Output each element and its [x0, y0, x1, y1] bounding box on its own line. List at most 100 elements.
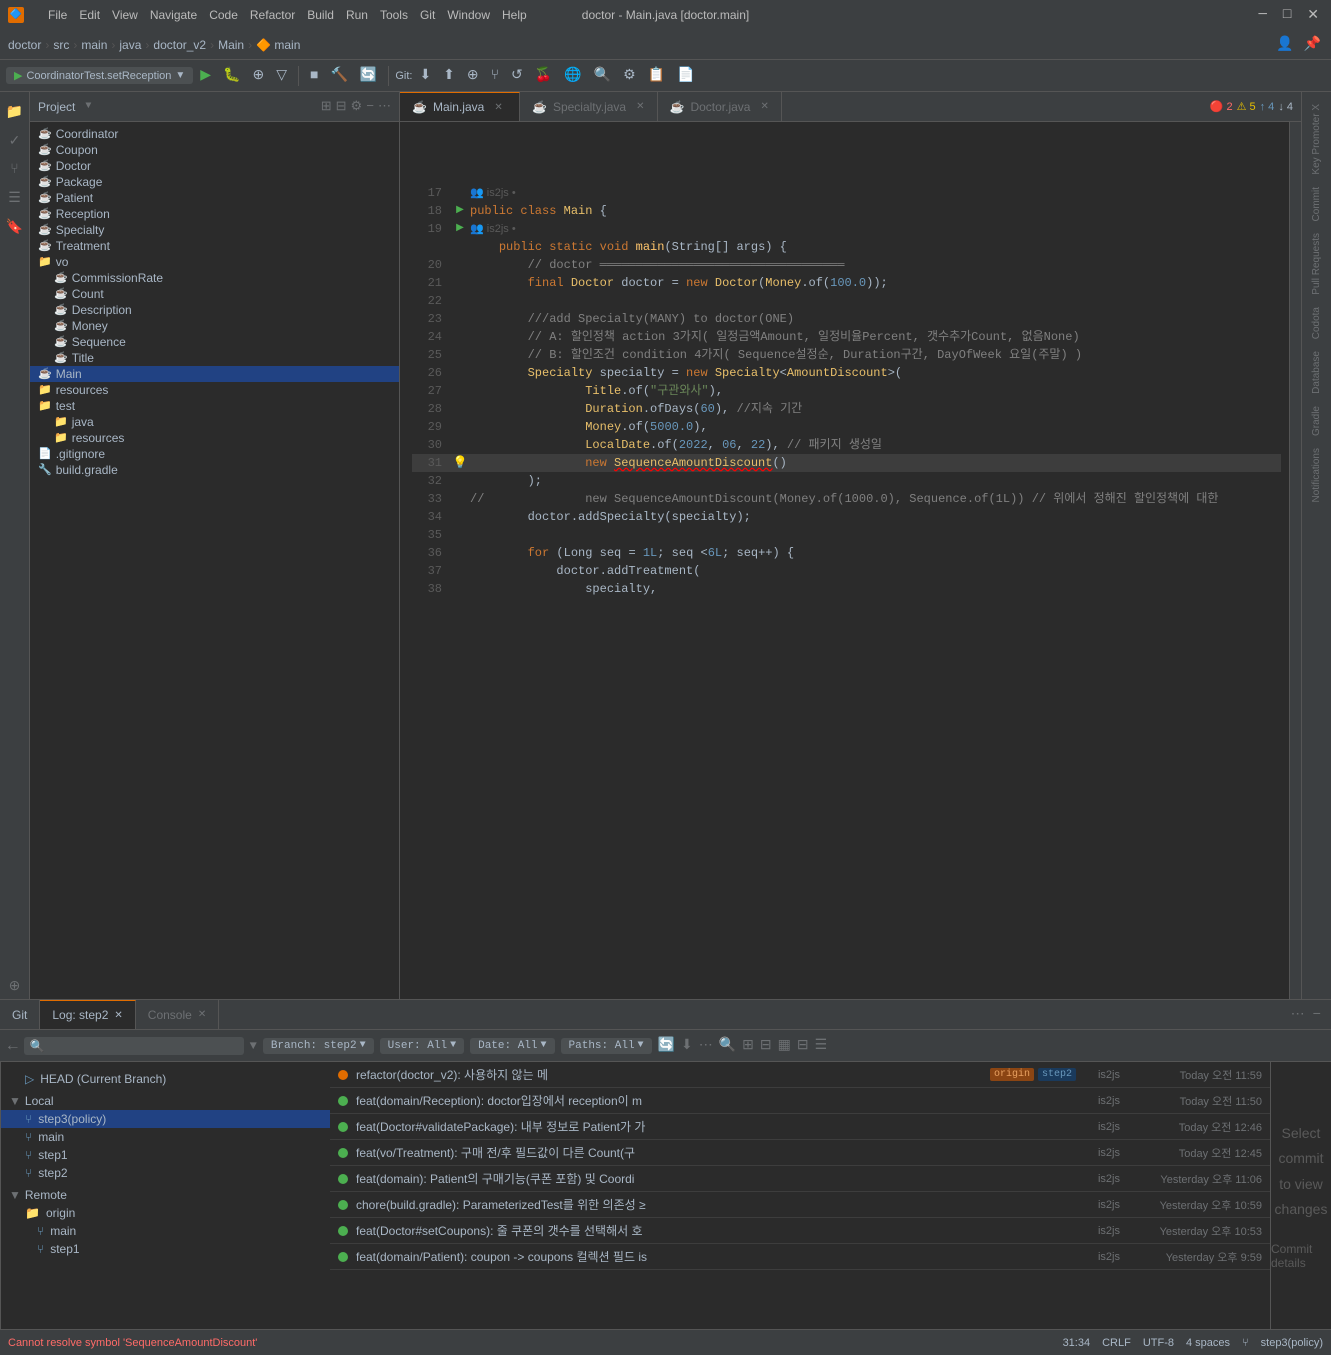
sidebar-icon-commit[interactable]: ✓ [5, 129, 25, 154]
menu-file[interactable]: File [48, 8, 67, 22]
cherry-pick[interactable]: 🍒 [530, 64, 557, 87]
log-search-icon[interactable]: 🔍 [719, 1037, 736, 1054]
git-push[interactable]: ⬆ [438, 64, 460, 87]
log-filter-icon[interactable]: ▼ [250, 1039, 257, 1053]
tree-item-coordinator[interactable]: ☕Coordinator [30, 126, 399, 142]
right-commit[interactable]: Commit [1307, 183, 1326, 225]
menu-run[interactable]: Run [346, 8, 368, 22]
settings[interactable]: ⚙ [618, 64, 641, 87]
tree-item-specialty[interactable]: ☕Specialty [30, 222, 399, 238]
minimize-button[interactable]: ─ [1254, 7, 1270, 24]
tab-doctor-java-close[interactable]: ✕ [760, 101, 768, 112]
tree-item-test[interactable]: 📁test [30, 398, 399, 414]
right-gradle[interactable]: Gradle [1307, 402, 1326, 440]
right-codota[interactable]: Codota [1307, 303, 1326, 343]
close-button[interactable]: ✕ [1303, 7, 1323, 24]
run-config-selector[interactable]: ▶ CoordinatorTest.setReception ▼ [6, 67, 193, 84]
panel-expand-icon[interactable]: ⊞ [321, 99, 332, 114]
remote-origin[interactable]: 📁 origin [1, 1204, 330, 1222]
bottom-more-icon[interactable]: ⋯ [1289, 1004, 1307, 1025]
breadcrumb-java[interactable]: java [119, 38, 141, 52]
panel-collapse-icon[interactable]: ⊟ [336, 99, 347, 114]
branch-step1[interactable]: ⑂ step1 [1, 1146, 330, 1164]
tree-item-title[interactable]: ☕Title [30, 350, 399, 366]
status-line-sep[interactable]: CRLF [1102, 1337, 1131, 1349]
editor-scrollbar[interactable] [1289, 122, 1301, 999]
local-header[interactable]: ▼ Local [1, 1092, 330, 1110]
run-with-coverage[interactable]: ⊕ [248, 64, 270, 87]
tree-item-description[interactable]: ☕Description [30, 302, 399, 318]
run-gutter-icon[interactable]: ▶ [456, 202, 464, 220]
status-branch[interactable]: step3(policy) [1261, 1337, 1323, 1349]
fetch-icon[interactable]: ⬇ [681, 1037, 693, 1054]
menu-edit[interactable]: Edit [79, 8, 100, 22]
right-pull-requests[interactable]: Pull Requests [1307, 229, 1326, 299]
code-editor[interactable]: 17👥 is2js •18▶public class Main {19▶👥 is… [400, 122, 1301, 999]
sidebar-icon-project[interactable]: 📁 [2, 100, 27, 125]
bottom-tab-log-close[interactable]: ✕ [114, 1010, 122, 1021]
tree-item-reception[interactable]: ☕Reception [30, 206, 399, 222]
branch-filter[interactable]: Branch: step2 ▼ [263, 1038, 374, 1054]
log-entry-7[interactable]: feat(domain/Patient): coupon -> coupons … [330, 1244, 1270, 1270]
tree-item-commissionrate[interactable]: ☕CommissionRate [30, 270, 399, 286]
log-filter-icon2[interactable]: ⊟ [797, 1037, 809, 1054]
menu-refactor[interactable]: Refactor [250, 8, 295, 22]
down-count-badge[interactable]: ↓ 4 [1278, 101, 1293, 113]
log-collapse[interactable]: ⊟ [760, 1037, 772, 1054]
breadcrumb-src[interactable]: src [53, 38, 69, 52]
bottom-tab-console-close[interactable]: ✕ [198, 1009, 206, 1020]
tree-item-java[interactable]: 📁java [30, 414, 399, 430]
status-error-text[interactable]: Cannot resolve symbol 'SequenceAmountDis… [8, 1337, 257, 1349]
tab-main-java[interactable]: ☕ Main.java ✕ [400, 92, 520, 121]
error-count-badge[interactable]: 🔴 2 [1210, 100, 1233, 113]
log-entry-1[interactable]: feat(domain/Reception): doctor입장에서 recep… [330, 1088, 1270, 1114]
user-filter[interactable]: User: All ▼ [380, 1038, 464, 1054]
breadcrumb-doctor-v2[interactable]: doctor_v2 [153, 38, 206, 52]
git-branch[interactable]: ⑂ [486, 65, 504, 87]
tree-item-resources[interactable]: 📁resources [30, 382, 399, 398]
tree-item-build-gradle[interactable]: 🔧build.gradle [30, 462, 399, 478]
breadcrumb-doctor[interactable]: doctor [8, 38, 41, 52]
right-database[interactable]: Database [1307, 347, 1326, 398]
tree-item-package[interactable]: ☕Package [30, 174, 399, 190]
bottom-minimize-icon[interactable]: − [1311, 1005, 1323, 1025]
run-button[interactable]: ▶ [195, 64, 216, 87]
menu-build[interactable]: Build [307, 8, 334, 22]
menu-git[interactable]: Git [420, 8, 435, 22]
git-log-search[interactable] [24, 1037, 244, 1055]
status-indent[interactable]: 4 spaces [1186, 1337, 1230, 1349]
breadcrumb-Main[interactable]: Main [218, 38, 244, 52]
menu-code[interactable]: Code [209, 8, 238, 22]
run-gutter-icon[interactable]: ▶ [456, 220, 464, 238]
git-update[interactable]: ⬇ [414, 64, 436, 87]
branch-step3[interactable]: ⑂ step3(policy) [1, 1110, 330, 1128]
status-encoding[interactable]: UTF-8 [1143, 1337, 1174, 1349]
debug-button[interactable]: 🐛 [218, 64, 245, 87]
log-entry-5[interactable]: chore(build.gradle): ParameterizedTest를 … [330, 1192, 1270, 1218]
branch-step2[interactable]: ⑂ step2 [1, 1164, 330, 1182]
stop-button[interactable]: ■ [305, 65, 323, 87]
breadcrumb-main-method[interactable]: 🔶 main [256, 38, 300, 52]
tab-main-java-close[interactable]: ✕ [494, 102, 502, 113]
maximize-button[interactable]: □ [1279, 7, 1295, 24]
right-key-promoter[interactable]: Key Promoter X [1307, 100, 1326, 179]
translate[interactable]: 🌐 [559, 64, 586, 87]
log-entry-0[interactable]: refactor(doctor_v2): 사용하지 않는 메 originste… [330, 1062, 1270, 1088]
panel-gear-icon[interactable]: ⚙ [351, 99, 363, 114]
build-project[interactable]: 🔨 [325, 64, 352, 87]
log-entry-4[interactable]: feat(domain): Patient의 구매기능(쿠폰 포함) 및 Coo… [330, 1166, 1270, 1192]
refresh-icon[interactable]: 🔄 [658, 1037, 675, 1054]
right-notifications[interactable]: Notifications [1307, 444, 1326, 506]
menu-navigate[interactable]: Navigate [150, 8, 197, 22]
tree-item-resources[interactable]: 📁resources [30, 430, 399, 446]
up-count-badge[interactable]: ↑ 4 [1260, 101, 1275, 113]
remote-origin-main[interactable]: ⑂ main [1, 1222, 330, 1240]
tree-item-patient[interactable]: ☕Patient [30, 190, 399, 206]
branch-main[interactable]: ⑂ main [1, 1128, 330, 1146]
log-expand[interactable]: ⊞ [742, 1037, 754, 1054]
log-entry-3[interactable]: feat(vo/Treatment): 구매 전/후 필드값이 다른 Count… [330, 1140, 1270, 1166]
rollback[interactable]: ↺ [506, 64, 528, 87]
log-back-icon[interactable]: ← [8, 1037, 18, 1055]
tree-item-coupon[interactable]: ☕Coupon [30, 142, 399, 158]
git-more[interactable]: ⊕ [462, 64, 484, 87]
